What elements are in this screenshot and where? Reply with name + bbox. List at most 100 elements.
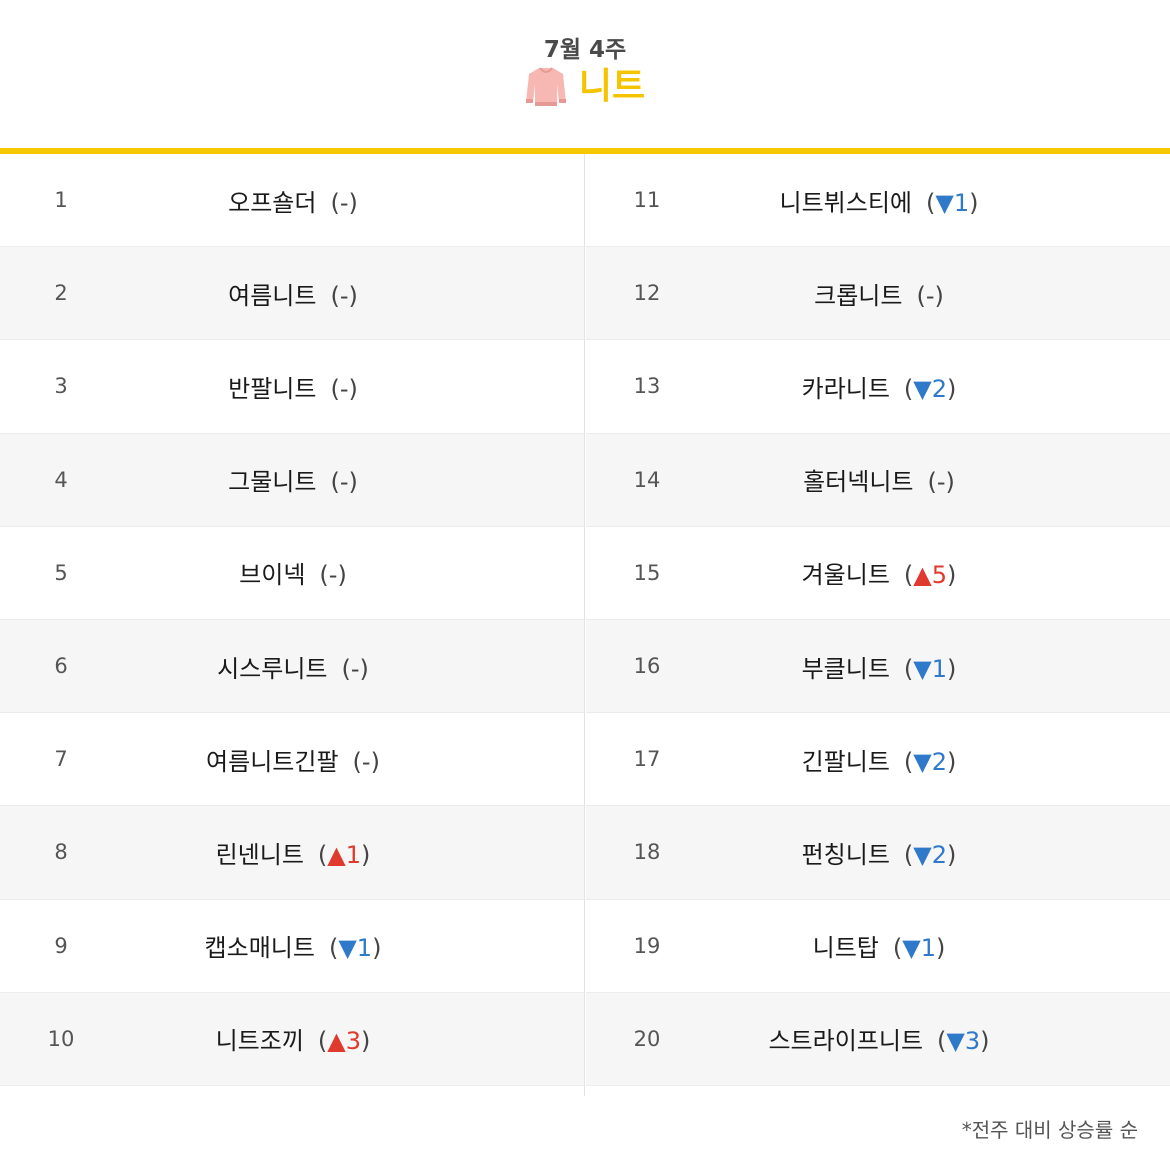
keyword-cell: 카라니트 (▼2) (708, 369, 1170, 404)
keyword-cell: 린넨니트 (▲1) (122, 835, 584, 870)
ranking-row: 15 겨울니트 (▲5) (586, 527, 1170, 620)
rank-change: ▼2 (913, 840, 948, 869)
keyword-label: 긴팔니트 (801, 747, 890, 776)
ranking-row: 12 크롭니트 (-) (586, 247, 1170, 341)
paren-open: ( (352, 747, 362, 776)
keyword-label: 반팔니트 (228, 374, 317, 403)
keyword-label: 카라니트 (801, 374, 890, 403)
rank-number: 3 (54, 374, 68, 399)
rank-change: - (339, 188, 349, 217)
paren-open: ( (926, 188, 936, 217)
keyword-label: 오프숄더 (228, 188, 317, 217)
ranking-table: 1 오프숄더 (-) 2 여름니트 (-) 3 반팔니트 (-) 4 그물니트 (-) 5 브이넥 (-) 6… (0, 154, 1170, 1096)
keyword-label: 스트라이프니트 (768, 1027, 924, 1056)
rank-change: ▼1 (913, 654, 948, 683)
paren-close: ) (337, 561, 347, 590)
ranking-row: 18 펀칭니트 (▼2) (586, 806, 1170, 900)
paren-close: ) (361, 1027, 371, 1056)
keyword-cell: 니트뷔스티에 (▼1) (708, 183, 1170, 218)
rank-change: ▼2 (913, 747, 948, 776)
keyword-label: 겨울니트 (801, 561, 890, 590)
keyword-label: 린넨니트 (215, 840, 304, 869)
ranking-column-left: 1 오프숄더 (-) 2 여름니트 (-) 3 반팔니트 (-) 4 그물니트 (-) 5 브이넥 (-) 6… (0, 154, 584, 1086)
rank-change: ▲3 (327, 1027, 362, 1056)
rank-number: 20 (633, 1026, 661, 1051)
paren-close: ) (934, 281, 944, 310)
paren-close: ) (945, 468, 955, 497)
keyword-cell: 반팔니트 (-) (122, 369, 584, 404)
rank-number: 19 (633, 933, 661, 958)
paren-open: ( (903, 561, 914, 590)
paren-open: ( (903, 840, 914, 869)
paren-open: ( (903, 747, 914, 776)
rank-number: 5 (54, 560, 68, 585)
keyword-label: 여름니트긴팔 (206, 747, 339, 776)
ranking-row: 5 브이넥 (-) (0, 527, 584, 620)
rank-change: - (339, 468, 349, 497)
ranking-row: 16 부클니트 (▼1) (586, 619, 1170, 714)
paren-close: ) (935, 934, 946, 963)
rank-number: 9 (54, 933, 68, 958)
keyword-label: 크롭니트 (814, 281, 903, 310)
rank-change: - (339, 374, 349, 403)
keyword-cell: 오프숄더 (-) (122, 183, 584, 218)
keyword-cell: 홀터넥니트 (-) (708, 462, 1170, 497)
ranking-row: 4 그물니트 (-) (0, 433, 584, 527)
ranking-row: 13 카라니트 (▼2) (586, 340, 1170, 434)
rank-change: ▼1 (902, 934, 936, 963)
paren-close: ) (348, 374, 358, 403)
keyword-cell: 그물니트 (-) (122, 462, 584, 497)
ranking-row: 6 시스루니트 (-) (0, 619, 584, 714)
rank-change: ▼2 (913, 374, 948, 403)
footnote: *전주 대비 상승률 순 (961, 1118, 1138, 1142)
rank-number: 13 (633, 374, 661, 399)
rank-change: - (361, 747, 371, 776)
paren-close: ) (969, 188, 979, 217)
keyword-label: 니트조끼 (215, 1027, 304, 1056)
paren-close: ) (348, 468, 358, 497)
paren-open: ( (903, 374, 914, 403)
paren-open: ( (328, 934, 339, 963)
paren-close: ) (361, 840, 371, 869)
rank-number: 12 (633, 281, 661, 306)
keyword-cell: 니트조끼 (▲3) (122, 1021, 584, 1056)
sweater-icon (525, 67, 566, 106)
keyword-label: 여름니트 (228, 281, 317, 310)
keyword-cell: 니트탑 (▼1) (708, 928, 1170, 963)
paren-open: ( (330, 281, 340, 310)
header: 7월 4주 니트 (0, 0, 1170, 148)
keyword-cell: 스트라이프니트 (▼3) (708, 1021, 1170, 1056)
paren-close: ) (947, 374, 957, 403)
paren-close: ) (370, 747, 380, 776)
rank-number: 6 (54, 654, 68, 679)
column-divider (584, 154, 585, 1096)
paren-open: ( (937, 1027, 947, 1056)
keyword-label: 시스루니트 (217, 654, 328, 683)
paren-open: ( (927, 468, 937, 497)
ranking-row: 2 여름니트 (-) (0, 247, 584, 341)
keyword-label: 니트탑 (812, 934, 879, 963)
rank-number: 16 (633, 654, 661, 679)
rank-number: 15 (633, 560, 661, 585)
ranking-row: 10 니트조끼 (▲3) (0, 992, 584, 1086)
rank-number: 2 (54, 281, 68, 306)
rank-change: ▲1 (327, 840, 362, 869)
paren-close: ) (947, 561, 957, 590)
keyword-label: 부클니트 (801, 654, 890, 683)
keyword-label: 캡소매니트 (204, 934, 315, 963)
rank-change: ▲5 (913, 561, 948, 590)
ranking-row: 7 여름니트긴팔 (-) (0, 713, 584, 807)
keyword-cell: 긴팔니트 (▼2) (708, 742, 1170, 777)
paren-close: ) (947, 840, 957, 869)
rank-change: ▼3 (946, 1027, 981, 1056)
ranking-row: 20 스트라이프니트 (▼3) (586, 992, 1170, 1086)
rank-number: 4 (54, 467, 68, 492)
paren-close: ) (947, 747, 957, 776)
paren-open: ( (341, 654, 351, 683)
keyword-cell: 여름니트 (-) (122, 276, 584, 311)
paren-close: ) (348, 188, 358, 217)
rank-number: 1 (54, 188, 68, 213)
keyword-cell: 크롭니트 (-) (708, 276, 1170, 311)
keyword-cell: 캡소매니트 (▼1) (122, 928, 584, 963)
paren-open: ( (916, 281, 926, 310)
